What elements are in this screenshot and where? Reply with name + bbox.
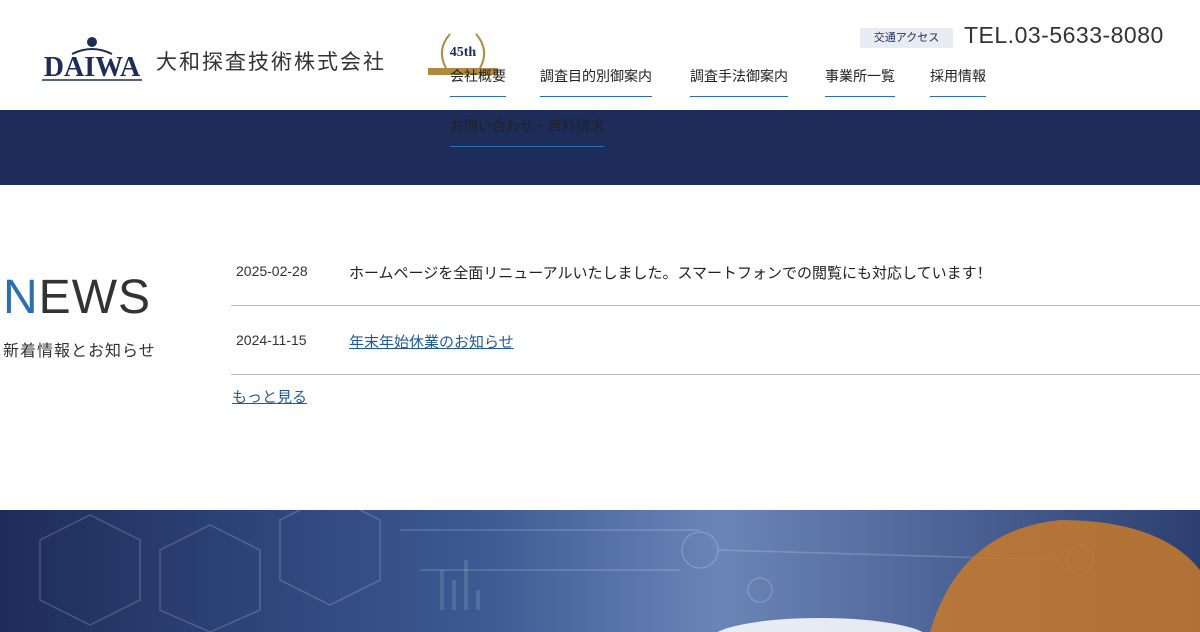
news-item: 2025-02-28 ホームページを全面リニューアルいたしました。スマートフォン… <box>231 237 1200 306</box>
daiwa-logo[interactable]: DAIWA <box>42 36 142 82</box>
news-subheading: 新着情報とお知らせ <box>3 341 156 360</box>
hero-decoration <box>39 510 1200 632</box>
navy-band: お問い合わせ・資料請求 <box>0 110 1200 185</box>
news-heading: NEWS <box>3 272 151 324</box>
news-date: 2024-11-15 <box>236 332 307 348</box>
news-heading-rest: EWS <box>38 271 152 324</box>
company-name: 大和探査技術株式会社 <box>156 50 386 74</box>
telephone-number[interactable]: TEL.03-5633-8080 <box>964 22 1164 49</box>
news-link[interactable]: 年末年始休業のお知らせ <box>349 331 514 352</box>
anniversary-text: 45th <box>450 45 477 60</box>
logo-text: DAIWA <box>44 52 141 82</box>
access-button[interactable]: 交通アクセス <box>860 28 953 48</box>
more-news-link[interactable]: もっと見る <box>232 386 307 407</box>
news-text: ホームページを全面リニューアルいたしました。スマートフォンでの閲覧にも対応してい… <box>349 264 992 282</box>
nav-purpose-guide[interactable]: 調査目的別御案内 <box>540 68 652 97</box>
nav-offices[interactable]: 事業所一覧 <box>825 68 895 97</box>
site-header: DAIWA 大和探査技術株式会社 45th 交通アクセス TEL.03-5633… <box>0 0 1200 110</box>
hero-image <box>0 510 1200 632</box>
nav-contact[interactable]: お問い合わせ・資料請求 <box>450 118 604 147</box>
nav-recruit[interactable]: 採用情報 <box>930 68 986 97</box>
nav-method-guide[interactable]: 調査手法御案内 <box>690 68 788 97</box>
news-date: 2025-02-28 <box>236 263 308 279</box>
nav-company-overview[interactable]: 会社概要 <box>450 68 506 97</box>
news-heading-accent: N <box>3 271 39 324</box>
news-item: 2024-11-15 年末年始休業のお知らせ <box>231 306 1200 375</box>
